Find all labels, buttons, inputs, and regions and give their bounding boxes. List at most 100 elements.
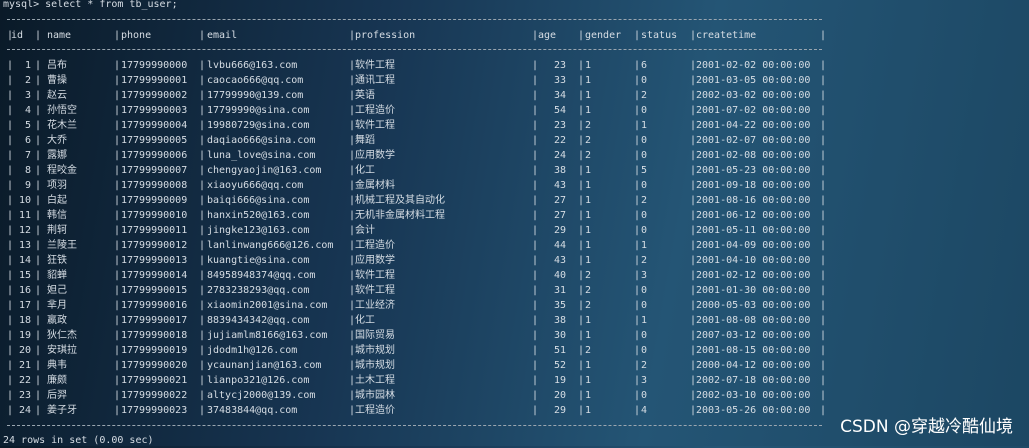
cell-profession: 工业经济 bbox=[355, 300, 395, 311]
cell-profession: 英语 bbox=[355, 90, 375, 101]
table-row: | | | | | | | | | | 1 吕布 17799990000 lvbu666@163.com 软… bbox=[7, 58, 827, 73]
cell-phone: 17799990001 bbox=[121, 75, 188, 86]
cell-name: 貂蝉 bbox=[47, 270, 67, 281]
column-separator: | bbox=[820, 120, 827, 131]
column-separator: | bbox=[578, 135, 585, 146]
cell-age: 29 bbox=[553, 405, 566, 416]
cell-name: 芈月 bbox=[47, 300, 67, 311]
column-separator: | bbox=[820, 105, 827, 116]
cell-createtime: 2001-02-08 00:00:00 bbox=[696, 150, 811, 161]
cell-phone: 17799990020 bbox=[121, 360, 188, 371]
cell-createtime: 2001-08-15 00:00:00 bbox=[696, 345, 811, 356]
table-row: | | | | | | | | | | 14 狂铁 17799990013 kuangtie@sina.c… bbox=[7, 253, 827, 268]
column-separator: | bbox=[820, 30, 827, 41]
table-row: | | | | | | | | | | 4 孙悟空 17799990003 17799990@sina.c… bbox=[7, 103, 827, 118]
cell-status: 0 bbox=[641, 180, 648, 191]
column-separator: | bbox=[114, 90, 121, 101]
cell-age: 38 bbox=[553, 165, 566, 176]
column-separator: | bbox=[35, 405, 42, 416]
column-separator: | bbox=[114, 165, 121, 176]
table-row: | | | | | | | | | | 22 廉颇 17799990021 lianpo321@126.c… bbox=[7, 373, 827, 388]
column-separator: | bbox=[199, 330, 206, 341]
table-header-row: | | | | | | | | | | id name phone email profession age g… bbox=[7, 28, 827, 43]
column-separator: | bbox=[35, 180, 42, 191]
column-separator: | bbox=[35, 270, 42, 281]
cell-email: luna_love@sina.com bbox=[207, 150, 316, 161]
column-separator: | bbox=[35, 360, 42, 371]
cell-createtime: 2001-02-07 00:00:00 bbox=[696, 135, 811, 146]
column-separator: | bbox=[199, 195, 206, 206]
cell-gender: 2 bbox=[585, 120, 592, 131]
cell-id: 12 bbox=[18, 225, 31, 236]
column-separator: | bbox=[634, 255, 641, 266]
column-separator: | bbox=[35, 195, 42, 206]
cell-id: 24 bbox=[18, 405, 31, 416]
cell-email: jingke123@163.com bbox=[207, 225, 310, 236]
cell-email: hanxin520@163.com bbox=[207, 210, 310, 221]
cell-gender: 1 bbox=[585, 315, 592, 326]
column-separator: | bbox=[199, 405, 206, 416]
table-border-header bbox=[7, 49, 822, 50]
cell-status: 2 bbox=[641, 195, 648, 206]
column-separator: | bbox=[820, 180, 827, 191]
column-separator: | bbox=[820, 75, 827, 86]
column-separator: | bbox=[634, 360, 641, 371]
column-separator: | bbox=[820, 195, 827, 206]
cell-phone: 17799990013 bbox=[121, 255, 188, 266]
column-separator: | bbox=[634, 390, 641, 401]
cell-phone: 17799990003 bbox=[121, 105, 188, 116]
cell-gender: 2 bbox=[585, 345, 592, 356]
cell-profession: 软件工程 bbox=[355, 120, 395, 131]
cell-phone: 17799990005 bbox=[121, 135, 188, 146]
cell-name: 狄仁杰 bbox=[47, 330, 77, 341]
cell-phone: 17799990017 bbox=[121, 315, 188, 326]
column-separator: | bbox=[114, 270, 121, 281]
column-separator: | bbox=[114, 330, 121, 341]
column-separator: | bbox=[199, 210, 206, 221]
terminal-window[interactable]: mysql> select * from tb_user; | | | | | | | | | |… bbox=[0, 0, 1029, 446]
column-header-age: age bbox=[538, 30, 557, 41]
cell-gender: 1 bbox=[585, 195, 592, 206]
table-row: | | | | | | | | | | 6 大乔 17799990005 daqiao666@sina.c… bbox=[7, 133, 827, 148]
cell-id: 10 bbox=[18, 195, 31, 206]
cell-email: 8839434342@qq.com bbox=[207, 315, 310, 326]
cell-createtime: 2001-08-16 00:00:00 bbox=[696, 195, 811, 206]
cell-id: 4 bbox=[24, 105, 31, 116]
cell-profession: 通讯工程 bbox=[355, 75, 395, 86]
column-separator: | bbox=[578, 165, 585, 176]
cell-email: xiaoyu666@qq.com bbox=[207, 180, 304, 191]
cell-name: 后羿 bbox=[47, 390, 67, 401]
cell-name: 廉颇 bbox=[47, 375, 67, 386]
cell-createtime: 2000-04-12 00:00:00 bbox=[696, 360, 811, 371]
cell-id: 2 bbox=[24, 75, 31, 86]
cell-gender: 1 bbox=[585, 360, 592, 371]
cell-createtime: 2001-04-22 00:00:00 bbox=[696, 120, 811, 131]
column-separator: | bbox=[820, 90, 827, 101]
cell-status: 2 bbox=[641, 90, 648, 101]
cell-createtime: 2001-02-12 00:00:00 bbox=[696, 270, 811, 281]
cell-name: 妲己 bbox=[47, 285, 67, 296]
column-separator: | bbox=[199, 360, 206, 371]
column-separator: | bbox=[114, 375, 121, 386]
cell-gender: 1 bbox=[585, 90, 592, 101]
cell-profession: 软件工程 bbox=[355, 285, 395, 296]
column-separator: | bbox=[578, 225, 585, 236]
cell-id: 1 bbox=[24, 60, 31, 71]
column-header-name: name bbox=[47, 30, 72, 41]
cell-age: 31 bbox=[553, 285, 566, 296]
column-separator: | bbox=[35, 345, 42, 356]
column-separator: | bbox=[199, 375, 206, 386]
column-separator: | bbox=[634, 315, 641, 326]
column-separator: | bbox=[114, 60, 121, 71]
cell-name: 白起 bbox=[47, 195, 67, 206]
column-separator: | bbox=[634, 240, 641, 251]
cell-age: 29 bbox=[553, 225, 566, 236]
cell-phone: 17799990000 bbox=[121, 60, 188, 71]
column-separator: | bbox=[35, 210, 42, 221]
cell-gender: 1 bbox=[585, 180, 592, 191]
cell-email: 37483844@qq.com bbox=[207, 405, 298, 416]
cell-createtime: 2000-05-03 00:00:00 bbox=[696, 300, 811, 311]
column-separator: | bbox=[578, 285, 585, 296]
column-separator: | bbox=[199, 270, 206, 281]
table-row: | | | | | | | | | | 5 花木兰 17799990004 19980729@sina.c… bbox=[7, 118, 827, 133]
